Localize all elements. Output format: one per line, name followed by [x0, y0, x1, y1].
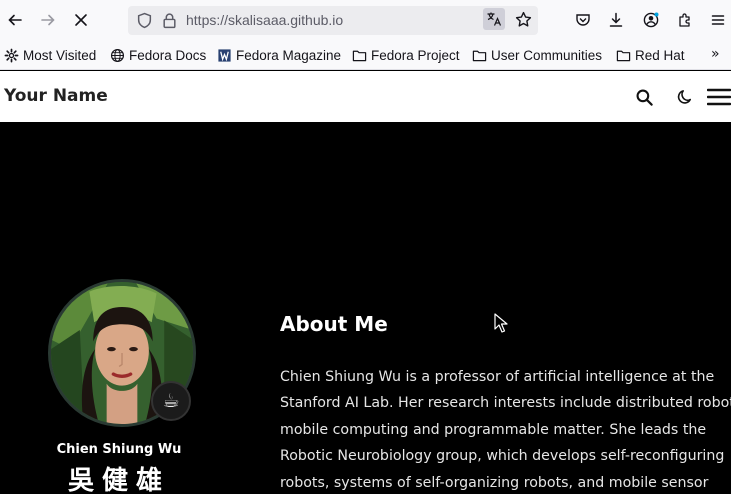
- bio-line: Chien Shiung Wu is a professor of artifi…: [280, 369, 715, 385]
- site-title[interactable]: Your Name: [4, 86, 108, 106]
- bookmark-label: User Communities: [491, 47, 603, 63]
- bookmark-fedora-magazine[interactable]: Fedora Magazine: [217, 46, 341, 64]
- stop-loading-button[interactable]: [69, 8, 93, 32]
- mouse-cursor-icon: [494, 313, 508, 333]
- bookmark-red-hat[interactable]: Red Hat: [616, 46, 685, 64]
- bookmark-label: Fedora Magazine: [236, 47, 342, 63]
- profile-name-cjk: 吳健雄: [67, 466, 170, 494]
- account-button[interactable]: [639, 8, 663, 32]
- lock-icon[interactable]: [161, 12, 178, 29]
- main-content: ☕ Chien Shiung Wu 吳健雄 About Me Chien Shi…: [0, 122, 731, 494]
- folder-icon: [352, 50, 367, 61]
- bio-line: mobile computing and programmable matter…: [280, 421, 707, 438]
- url-text[interactable]: https://skalisaaa.github.io: [186, 12, 343, 28]
- site-menu-button[interactable]: [706, 85, 731, 109]
- site-header: Your Name: [0, 71, 731, 122]
- back-button[interactable]: [3, 8, 27, 32]
- bookmark-label: Most Visited: [23, 47, 97, 63]
- close-icon: [75, 14, 87, 26]
- hamburger-icon: [711, 15, 725, 25]
- bio-line: robots, systems of self-organizing robot…: [280, 474, 709, 491]
- translate-button[interactable]: [483, 8, 505, 30]
- bookmark-label: Fedora Project: [371, 47, 460, 63]
- account-icon: [643, 12, 659, 28]
- browser-toolbar: https://skalisaaa.github.io: [0, 0, 731, 40]
- profile-name: Chien Shiung Wu: [56, 442, 182, 457]
- bookmarks-overflow-button[interactable]: »: [711, 46, 720, 62]
- about-me-heading: About Me: [280, 312, 388, 336]
- app-menu-button[interactable]: [706, 8, 730, 32]
- theme-toggle-button[interactable]: [673, 85, 697, 109]
- bookmark-star-button[interactable]: [512, 8, 534, 30]
- bookmark-fedora-project[interactable]: Fedora Project: [352, 46, 460, 64]
- pocket-button[interactable]: [571, 8, 595, 32]
- forward-button[interactable]: [36, 8, 60, 32]
- fedora-magazine-icon: [218, 48, 231, 62]
- hamburger-icon: [706, 88, 731, 106]
- star-icon: [515, 11, 531, 27]
- folder-icon: [472, 50, 487, 61]
- about-me-text: Chien Shiung Wu is a professor of artifi…: [280, 364, 731, 494]
- extensions-button[interactable]: [673, 8, 697, 32]
- address-bar[interactable]: https://skalisaaa.github.io: [128, 6, 538, 35]
- gear-icon: [4, 48, 19, 62]
- bookmark-label: Red Hat: [635, 47, 685, 63]
- bookmarks-toolbar: Most Visited Fedora Docs Fedora Magazine…: [0, 40, 731, 70]
- download-icon: [609, 12, 623, 27]
- bio-line: Robotic Neurobiology group, which develo…: [280, 448, 725, 465]
- back-arrow-icon: [8, 14, 22, 26]
- bookmark-label: Fedora Docs: [129, 47, 207, 63]
- moon-icon: [677, 90, 692, 104]
- forward-arrow-icon: [41, 14, 55, 26]
- shield-icon[interactable]: [136, 12, 153, 29]
- puzzle-icon: [679, 13, 690, 27]
- search-icon: [636, 89, 653, 106]
- bookmark-most-visited[interactable]: Most Visited: [4, 46, 96, 64]
- search-button[interactable]: [632, 85, 656, 109]
- coffee-badge: ☕: [151, 381, 191, 421]
- bookmark-user-communities[interactable]: User Communities: [472, 46, 602, 64]
- globe-icon: [110, 48, 125, 62]
- folder-icon: [616, 50, 631, 61]
- pocket-icon: [576, 14, 590, 26]
- downloads-button[interactable]: [604, 8, 628, 32]
- bookmark-fedora-docs[interactable]: Fedora Docs: [110, 46, 206, 64]
- bio-line: Stanford AI Lab. Her research interests …: [280, 395, 731, 412]
- translate-icon: [487, 12, 502, 26]
